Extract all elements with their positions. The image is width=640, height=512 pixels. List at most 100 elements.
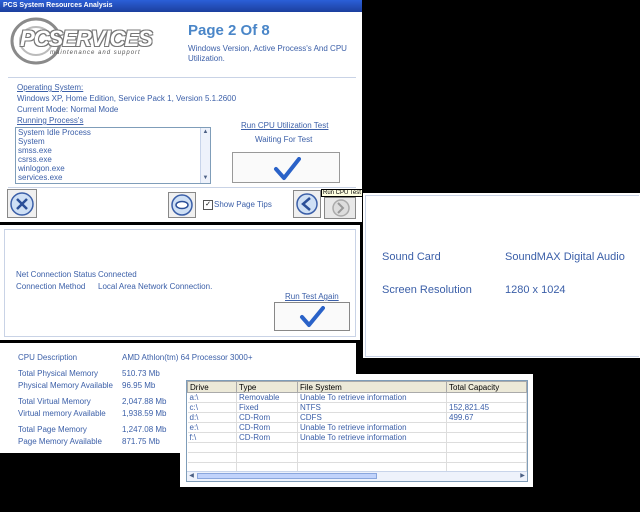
table-cell: Unable To retrieve information — [297, 392, 447, 403]
total-physical-value: 510.73 Mb — [122, 369, 160, 378]
connection-method-label: Connection Method — [16, 282, 86, 291]
scroll-right-icon[interactable]: ▶ — [518, 472, 527, 481]
table-cell: a:\ — [187, 392, 237, 403]
close-button[interactable] — [7, 189, 37, 218]
table-cell: NTFS — [297, 402, 447, 413]
table-cell: c:\ — [187, 402, 237, 413]
process-item[interactable]: System — [16, 137, 210, 146]
col-drive[interactable]: Drive — [187, 381, 237, 393]
horizontal-scrollbar[interactable]: ◀ ▶ — [187, 471, 527, 481]
table-row[interactable]: c:\ Fixed NTFS 152,821.45 — [187, 402, 527, 413]
col-file-system[interactable]: File System — [297, 381, 447, 393]
checkmark-icon — [300, 306, 325, 327]
empty-row — [187, 452, 527, 463]
screen-resolution-value: 1280 x 1024 — [505, 284, 566, 296]
scroll-down-icon[interactable]: ▼ — [201, 174, 210, 183]
pcservices-logo: PCSERVICES maintenance and support — [6, 16, 184, 66]
table-cell: 152,821.45 — [446, 402, 527, 413]
page-subtitle: Windows Version, Active Process's And CP… — [188, 44, 347, 63]
total-page-label: Total Page Memory — [18, 425, 87, 434]
arrow-right-icon — [332, 199, 350, 217]
table-cell: f:\ — [187, 432, 237, 443]
table-row[interactable]: d:\ CD-Rom CDFS 499.67 — [187, 412, 527, 423]
cpu-check-button[interactable] — [232, 152, 340, 183]
process-item[interactable]: System Idle Process — [16, 128, 210, 137]
table-cell — [446, 422, 527, 433]
net-status-label: Net Connection Status — [16, 270, 97, 279]
arrow-left-icon — [296, 193, 318, 215]
close-icon — [10, 192, 34, 216]
run-cpu-test-link[interactable]: Run CPU Utilization Test — [241, 121, 328, 130]
process-item[interactable]: services.exe — [16, 173, 210, 182]
table-cell: Removable — [236, 392, 298, 403]
cpu-test-status: Waiting For Test — [255, 135, 313, 144]
checkmark-icon — [274, 157, 301, 180]
virtual-available-label: Virtual memory Available — [18, 409, 106, 418]
window-title: PCS System Resources Analysis — [0, 0, 362, 12]
table-cell: Fixed — [236, 402, 298, 413]
network-panel: Net Connection Status Connected Connecti… — [0, 225, 360, 340]
back-button[interactable] — [293, 190, 321, 218]
net-check-button[interactable] — [274, 302, 350, 331]
main-window: PCS System Resources Analysis PCSERVICES… — [0, 0, 363, 222]
table-cell: Unable To retrieve information — [297, 422, 447, 433]
sound-card-value: SoundMAX Digital Audio — [505, 251, 625, 263]
scroll-thumb[interactable] — [197, 473, 377, 479]
total-virtual-value: 2,047.88 Mb — [122, 397, 167, 406]
run-cpu-test-tooltip: Run CPU Test — [321, 189, 363, 197]
table-cell — [446, 392, 527, 403]
logo-tagline: maintenance and support — [50, 50, 141, 56]
physical-available-value: 96.95 Mb — [122, 381, 156, 390]
table-cell: CDFS — [297, 412, 447, 423]
table-row[interactable]: a:\ Removable Unable To retrieve informati… — [187, 392, 527, 403]
table-row[interactable]: e:\ CD-Rom Unable To retrieve information — [187, 422, 527, 433]
process-list[interactable]: System Idle Process System smss.exe csrss.e… — [15, 127, 211, 184]
current-mode: Current Mode: Normal Mode — [17, 105, 119, 114]
show-tips-checkbox[interactable]: ✓ — [203, 200, 213, 210]
table-cell: 499.67 — [446, 412, 527, 423]
logo-text: PCSERVICES — [20, 26, 153, 51]
scroll-left-icon[interactable]: ◀ — [187, 472, 196, 481]
physical-available-label: Physical Memory Available — [18, 381, 114, 390]
forward-button[interactable] — [324, 197, 356, 219]
divider — [8, 77, 356, 78]
drives-panel: Drive Type File System Total Capacity a:… — [180, 374, 533, 487]
net-status-value: Connected — [98, 270, 137, 279]
screen-resolution-label: Screen Resolution — [382, 284, 472, 296]
table-cell: e:\ — [187, 422, 237, 433]
col-type[interactable]: Type — [236, 381, 298, 393]
cpu-desc-value: AMD Athlon(tm) 64 Processor 3000+ — [122, 353, 253, 362]
process-list-scrollbar[interactable]: ▲ ▼ — [200, 128, 210, 183]
help-button[interactable] — [168, 192, 196, 218]
divider — [8, 187, 356, 188]
scroll-up-icon[interactable]: ▲ — [201, 128, 210, 137]
total-page-value: 1,247.08 Mb — [122, 425, 167, 434]
table-cell: CD-Rom — [236, 412, 298, 423]
process-item[interactable]: smss.exe — [16, 146, 210, 155]
page-available-value: 871.75 Mb — [122, 437, 160, 446]
total-physical-label: Total Physical Memory — [18, 369, 99, 378]
table-cell — [446, 432, 527, 443]
empty-row — [187, 442, 527, 453]
page-available-label: Page Memory Available — [18, 437, 102, 446]
table-row[interactable]: f:\ CD-Rom Unable To retrieve information — [187, 432, 527, 443]
table-cell: d:\ — [187, 412, 237, 423]
cpu-desc-label: CPU Description — [18, 353, 78, 362]
os-label: Operating System: — [17, 83, 84, 92]
col-total-capacity[interactable]: Total Capacity — [446, 381, 527, 393]
page-title: Page 2 Of 8 — [188, 22, 270, 39]
drives-listview[interactable]: Drive Type File System Total Capacity a:… — [186, 380, 528, 482]
process-item[interactable]: csrss.exe — [16, 155, 210, 164]
eye-icon — [171, 194, 193, 216]
hardware-panel: Sound Card SoundMAX Digital Audio Screen… — [363, 193, 640, 358]
table-cell: CD-Rom — [236, 422, 298, 433]
show-tips-label[interactable]: Show Page Tips — [214, 200, 272, 209]
virtual-available-value: 1,938.59 Mb — [122, 409, 167, 418]
run-test-again-link[interactable]: Run Test Again — [285, 292, 339, 301]
table-cell: CD-Rom — [236, 432, 298, 443]
running-process-label: Running Process's — [17, 116, 84, 125]
sound-card-label: Sound Card — [382, 251, 441, 263]
connection-method-value: Local Area Network Connection. — [98, 282, 213, 291]
os-value: Windows XP, Home Edition, Service Pack 1… — [17, 94, 237, 103]
process-item[interactable]: winlogon.exe — [16, 164, 210, 173]
